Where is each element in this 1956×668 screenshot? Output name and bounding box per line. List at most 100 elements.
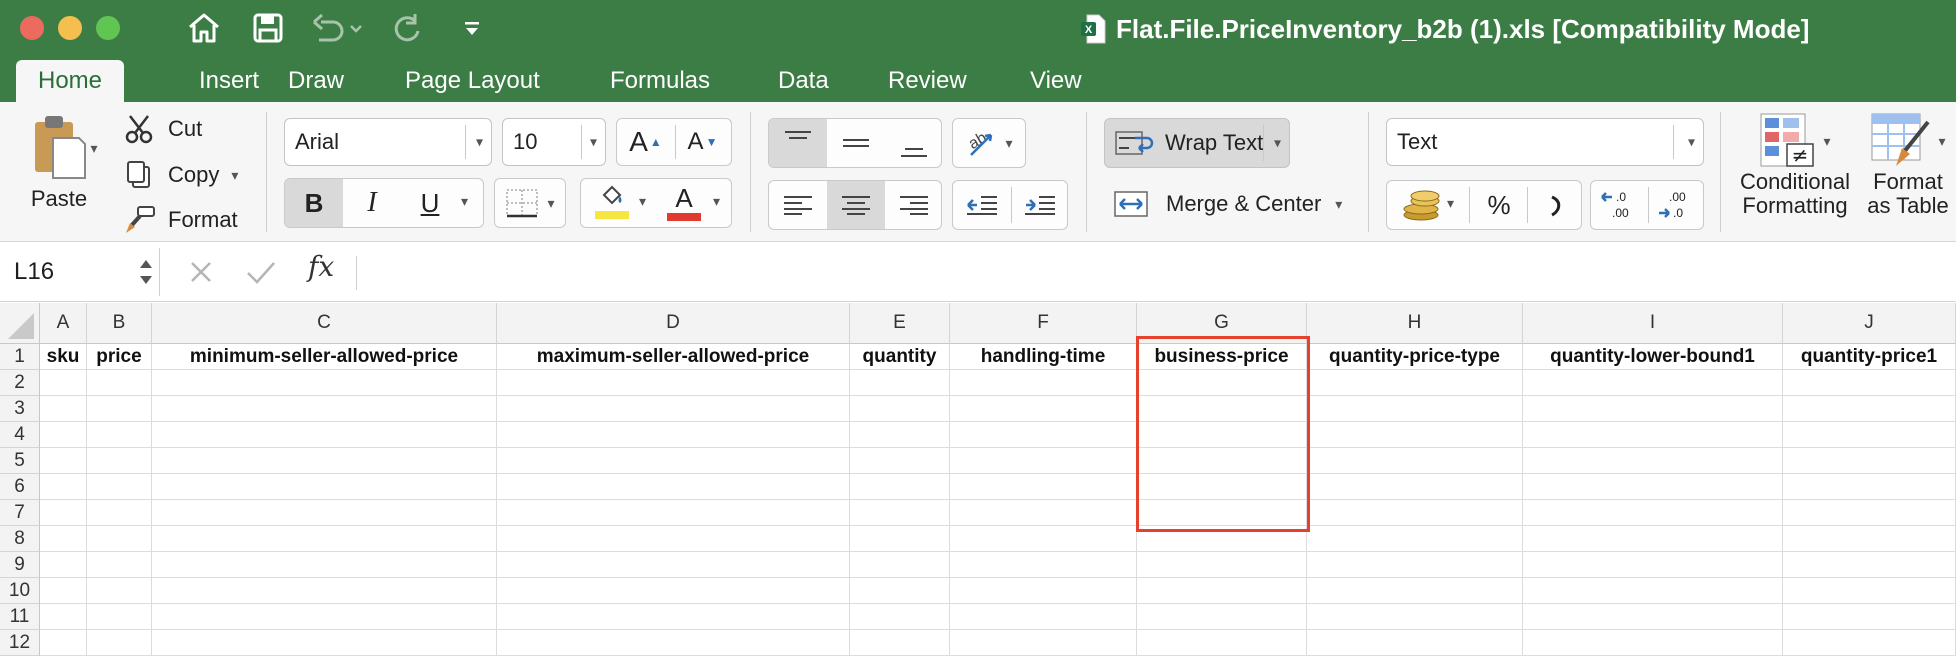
merge-center-dropdown[interactable]: ▾ xyxy=(1335,196,1342,213)
cell-b3[interactable] xyxy=(87,396,152,422)
cell-a9[interactable] xyxy=(40,552,87,578)
column-header-d[interactable]: D xyxy=(497,303,850,344)
cell-b8[interactable] xyxy=(87,526,152,552)
cell-h4[interactable] xyxy=(1307,422,1523,448)
cell-a10[interactable] xyxy=(40,578,87,604)
cell-f11[interactable] xyxy=(950,604,1137,630)
zoom-window-button[interactable] xyxy=(96,16,120,40)
cell-j3[interactable] xyxy=(1783,396,1956,422)
font-name-select[interactable]: Arial ▾ xyxy=(284,118,492,166)
header-cell-d[interactable]: maximum-seller-allowed-price xyxy=(497,344,850,370)
increase-decimal-button[interactable]: .0.00 xyxy=(1591,181,1648,229)
cell-f5[interactable] xyxy=(950,448,1137,474)
conditional-formatting-button[interactable]: ≠ ▾ Conditional Formatting xyxy=(1732,112,1858,232)
align-top-button[interactable] xyxy=(769,119,827,167)
italic-button[interactable]: I xyxy=(343,179,401,227)
font-color-dropdown[interactable]: ▾ xyxy=(713,193,720,210)
copy-options-dropdown[interactable]: ▾ xyxy=(231,167,238,184)
header-cell-c[interactable]: minimum-seller-allowed-price xyxy=(152,344,497,370)
cell-i5[interactable] xyxy=(1523,448,1783,474)
cell-h11[interactable] xyxy=(1307,604,1523,630)
underline-options-dropdown[interactable]: ▾ xyxy=(461,193,468,210)
cell-j8[interactable] xyxy=(1783,526,1956,552)
row-header-7[interactable]: 7 xyxy=(0,500,40,526)
percent-style-button[interactable]: % xyxy=(1471,181,1527,229)
cell-e9[interactable] xyxy=(850,552,950,578)
row-header-2[interactable]: 2 xyxy=(0,370,40,396)
orientation-button[interactable]: ab ▾ xyxy=(952,118,1026,168)
row-header-1[interactable]: 1 xyxy=(0,344,40,370)
header-cell-e[interactable]: quantity xyxy=(850,344,950,370)
align-left-button[interactable] xyxy=(769,181,827,229)
cell-h6[interactable] xyxy=(1307,474,1523,500)
align-middle-button[interactable] xyxy=(827,119,885,167)
paste-button[interactable]: Paste xyxy=(14,112,104,222)
cell-c3[interactable] xyxy=(152,396,497,422)
cell-e11[interactable] xyxy=(850,604,950,630)
cell-g12[interactable] xyxy=(1137,630,1307,656)
header-cell-b[interactable]: price xyxy=(87,344,152,370)
column-header-f[interactable]: F xyxy=(950,303,1137,344)
wrap-text-button[interactable]: Wrap Text ▾ xyxy=(1104,118,1290,168)
header-cell-j[interactable]: quantity-price1 xyxy=(1783,344,1956,370)
cell-d8[interactable] xyxy=(497,526,850,552)
cell-b9[interactable] xyxy=(87,552,152,578)
confirm-edit-icon[interactable] xyxy=(244,256,278,288)
cell-i11[interactable] xyxy=(1523,604,1783,630)
format-as-table-button[interactable]: ▾ Format as Table xyxy=(1858,112,1956,232)
cell-h3[interactable] xyxy=(1307,396,1523,422)
cell-b6[interactable] xyxy=(87,474,152,500)
decrease-decimal-button[interactable]: .00.0 xyxy=(1648,181,1705,229)
cell-e5[interactable] xyxy=(850,448,950,474)
tab-draw[interactable]: Draw xyxy=(266,60,366,102)
font-size-select[interactable]: 10 ▾ xyxy=(502,118,606,166)
tab-view[interactable]: View xyxy=(1008,60,1104,102)
cell-b2[interactable] xyxy=(87,370,152,396)
cell-b4[interactable] xyxy=(87,422,152,448)
comma-style-button[interactable] xyxy=(1529,181,1583,229)
column-header-j[interactable]: J xyxy=(1783,303,1956,344)
cell-h9[interactable] xyxy=(1307,552,1523,578)
copy-button[interactable]: Copy ▾ xyxy=(124,158,238,192)
cell-b12[interactable] xyxy=(87,630,152,656)
formula-input[interactable] xyxy=(370,248,1950,296)
cell-d12[interactable] xyxy=(497,630,850,656)
row-header-8[interactable]: 8 xyxy=(0,526,40,552)
number-format-select[interactable]: Text ▾ xyxy=(1386,118,1704,166)
redo-icon[interactable] xyxy=(388,8,428,48)
cell-f9[interactable] xyxy=(950,552,1137,578)
row-header-6[interactable]: 6 xyxy=(0,474,40,500)
cell-c9[interactable] xyxy=(152,552,497,578)
cell-d5[interactable] xyxy=(497,448,850,474)
column-header-e[interactable]: E xyxy=(850,303,950,344)
cell-h10[interactable] xyxy=(1307,578,1523,604)
cell-i9[interactable] xyxy=(1523,552,1783,578)
column-header-i[interactable]: I xyxy=(1523,303,1783,344)
cell-b10[interactable] xyxy=(87,578,152,604)
save-icon[interactable] xyxy=(248,8,288,48)
header-cell-a[interactable]: sku xyxy=(40,344,87,370)
cell-i7[interactable] xyxy=(1523,500,1783,526)
cell-c7[interactable] xyxy=(152,500,497,526)
cell-c4[interactable] xyxy=(152,422,497,448)
cut-button[interactable]: Cut xyxy=(124,112,202,146)
cell-a2[interactable] xyxy=(40,370,87,396)
cell-d4[interactable] xyxy=(497,422,850,448)
row-header-9[interactable]: 9 xyxy=(0,552,40,578)
cell-a5[interactable] xyxy=(40,448,87,474)
cell-i4[interactable] xyxy=(1523,422,1783,448)
cell-f10[interactable] xyxy=(950,578,1137,604)
header-cell-f[interactable]: handling-time xyxy=(950,344,1137,370)
cell-c10[interactable] xyxy=(152,578,497,604)
cell-d6[interactable] xyxy=(497,474,850,500)
cell-a6[interactable] xyxy=(40,474,87,500)
align-center-button[interactable] xyxy=(827,181,885,229)
cell-j5[interactable] xyxy=(1783,448,1956,474)
cell-i6[interactable] xyxy=(1523,474,1783,500)
merge-center-button[interactable]: Merge & Center ▾ xyxy=(1114,182,1342,226)
cell-a4[interactable] xyxy=(40,422,87,448)
cell-i10[interactable] xyxy=(1523,578,1783,604)
minimize-window-button[interactable] xyxy=(58,16,82,40)
cell-e2[interactable] xyxy=(850,370,950,396)
cell-a3[interactable] xyxy=(40,396,87,422)
